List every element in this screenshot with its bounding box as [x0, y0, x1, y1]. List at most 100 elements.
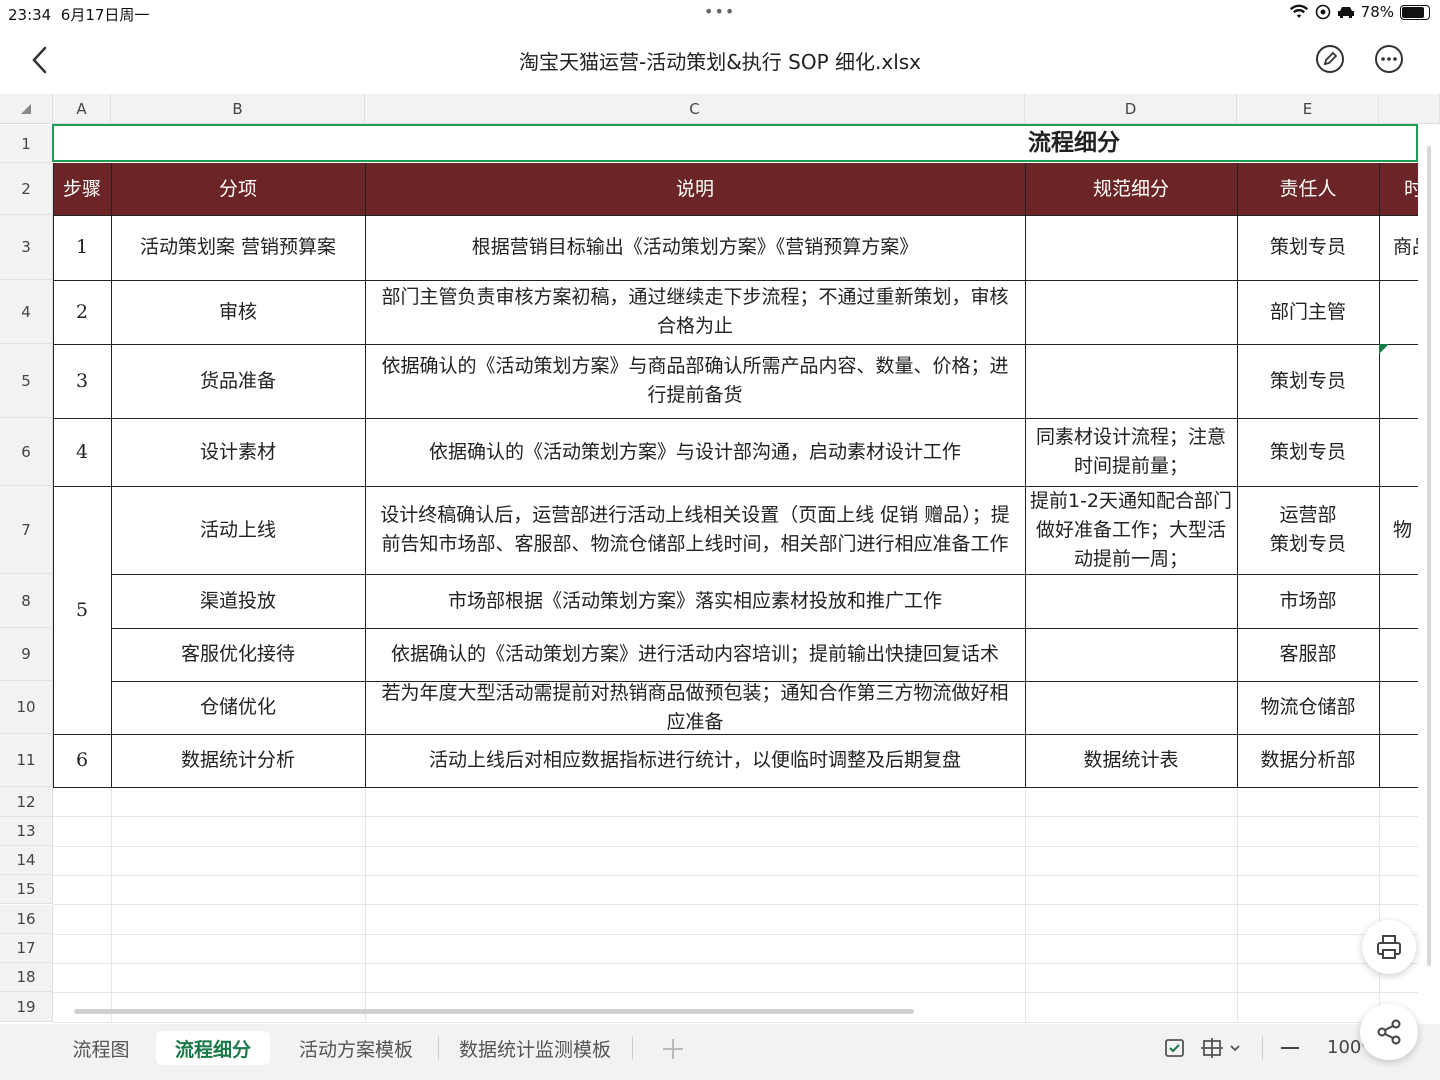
row-header[interactable]: 15 [0, 875, 53, 904]
header-cell-step[interactable]: 步骤 [53, 163, 111, 215]
description-cell[interactable]: 活动上线后对相应数据指标进行统计，以便临时调整及后期复盘 [365, 734, 1025, 787]
tab-data-monitor-template[interactable]: 数据统计监测模板 [450, 1031, 620, 1065]
description-cell[interactable]: 依据确认的《活动策划方案》进行活动内容培训；提前输出快捷回复话术 [365, 628, 1025, 681]
item-cell[interactable]: 设计素材 [111, 418, 365, 486]
overflow-cell[interactable] [1379, 628, 1418, 681]
overflow-cell[interactable] [1379, 681, 1418, 734]
step-cell[interactable]: 5 [53, 486, 111, 734]
overflow-cell[interactable] [1379, 344, 1418, 418]
more-icon[interactable] [1374, 44, 1404, 74]
share-button[interactable] [1360, 1004, 1418, 1060]
select-all-corner[interactable] [0, 94, 53, 124]
step-cell[interactable]: 4 [53, 418, 111, 486]
owner-cell[interactable]: 策划专员 [1237, 418, 1379, 486]
owner-cell[interactable]: 部门主管 [1237, 280, 1379, 344]
spec-cell[interactable]: 提前1-2天通知配合部门做好准备工作；大型活动提前一周； [1025, 486, 1237, 574]
item-cell[interactable]: 货品准备 [111, 344, 365, 418]
row-header[interactable]: 17 [0, 934, 53, 963]
header-cell-item[interactable]: 分项 [111, 163, 365, 215]
spec-cell[interactable] [1025, 280, 1237, 344]
spec-cell[interactable] [1025, 344, 1237, 418]
description-cell[interactable]: 部门主管负责审核方案初稿，通过继续走下步流程；不通过重新策划，审核合格为止 [365, 280, 1025, 344]
row-header[interactable]: 3 [0, 215, 53, 280]
header-cell-owner[interactable]: 责任人 [1237, 163, 1379, 215]
row-header[interactable]: 16 [0, 905, 53, 934]
multitask-dots[interactable]: ••• [704, 2, 735, 21]
spec-cell[interactable] [1025, 215, 1237, 280]
vertical-scrollbar[interactable] [1425, 130, 1433, 990]
item-cell[interactable]: 活动策划案 营销预算案 [111, 215, 365, 280]
spec-cell[interactable]: 数据统计表 [1025, 734, 1237, 787]
zoom-level[interactable]: 100% [1327, 1034, 1365, 1062]
tab-flowchart[interactable]: 流程图 [60, 1031, 142, 1065]
description-cell[interactable]: 市场部根据《活动策划方案》落实相应素材投放和推广工作 [365, 574, 1025, 628]
item-cell[interactable]: 活动上线 [111, 486, 365, 574]
row-header[interactable]: 19 [0, 992, 53, 1022]
row-header[interactable]: 18 [0, 963, 53, 992]
spec-cell[interactable] [1025, 628, 1237, 681]
spec-cell[interactable]: 同素材设计流程；注意时间提前量； [1025, 418, 1237, 486]
row-header[interactable]: 10 [0, 681, 53, 734]
description-cell[interactable]: 依据确认的《活动策划方案》与设计部沟通，启动素材设计工作 [365, 418, 1025, 486]
item-cell[interactable]: 渠道投放 [111, 574, 365, 628]
row-header[interactable]: 7 [0, 486, 53, 574]
sheet-settings-icon[interactable] [1163, 1036, 1187, 1060]
owner-cell[interactable]: 客服部 [1237, 628, 1379, 681]
step-cell[interactable]: 1 [53, 215, 111, 280]
column-header[interactable]: B [111, 94, 365, 124]
row-header[interactable]: 12 [0, 787, 53, 817]
description-cell[interactable]: 依据确认的《活动策划方案》与商品部确认所需产品内容、数量、价格；进行提前备货 [365, 344, 1025, 418]
owner-cell[interactable]: 策划专员 [1237, 344, 1379, 418]
owner-cell[interactable]: 物流仓储部 [1237, 681, 1379, 734]
step-cell[interactable]: 6 [53, 734, 111, 787]
item-cell[interactable]: 客服优化接待 [111, 628, 365, 681]
row-header[interactable]: 8 [0, 574, 53, 628]
horizontal-scrollbar[interactable] [60, 1006, 920, 1016]
column-header[interactable]: E [1237, 94, 1379, 124]
row-header[interactable]: 6 [0, 418, 53, 486]
item-cell[interactable]: 审核 [111, 280, 365, 344]
header-cell-spec[interactable]: 规范细分 [1025, 163, 1237, 215]
item-cell[interactable]: 仓储优化 [111, 681, 365, 734]
overflow-cell[interactable] [1379, 734, 1418, 787]
row-header[interactable]: 9 [0, 628, 53, 681]
owner-cell[interactable]: 市场部 [1237, 574, 1379, 628]
owner-cell[interactable]: 数据分析部 [1237, 734, 1379, 787]
row-header[interactable]: 14 [0, 846, 53, 875]
step-cell[interactable]: 3 [53, 344, 111, 418]
header-cell-overflow[interactable]: 时 [1379, 163, 1418, 215]
tab-process-detail[interactable]: 流程细分 [156, 1031, 270, 1065]
description-cell[interactable]: 设计终稿确认后，运营部进行活动上线相关设置（页面上线 促销 赠品）；提前告知市场… [365, 486, 1025, 574]
row-header[interactable]: 4 [0, 280, 53, 344]
spec-cell[interactable] [1025, 574, 1237, 628]
print-button[interactable] [1362, 920, 1416, 974]
edit-icon[interactable] [1315, 44, 1345, 74]
overflow-cell[interactable] [1379, 418, 1418, 486]
row-header[interactable]: 11 [0, 734, 53, 787]
header-cell-description[interactable]: 说明 [365, 163, 1025, 215]
spreadsheet-grid[interactable]: A B C D E 1 2 3 4 5 6 7 8 9 10 11 12 13 14 15 16 17 18 19 … [0, 94, 1440, 1024]
column-header[interactable] [1379, 94, 1440, 124]
item-cell[interactable]: 数据统计分析 [111, 734, 365, 787]
column-header[interactable]: A [53, 94, 111, 124]
add-sheet-icon[interactable] [660, 1036, 686, 1062]
column-header[interactable]: C [365, 94, 1025, 124]
overflow-cell[interactable] [1379, 574, 1418, 628]
step-cell[interactable]: 2 [53, 280, 111, 344]
row-header[interactable]: 2 [0, 163, 53, 215]
overflow-cell[interactable]: 物 [1379, 486, 1418, 574]
row-header[interactable]: 1 [0, 125, 53, 163]
row-header[interactable]: 13 [0, 817, 53, 846]
description-cell[interactable]: 若为年度大型活动需提前对热销商品做预包装；通知合作第三方物流做好相应准备 [365, 681, 1025, 734]
spec-cell[interactable] [1025, 681, 1237, 734]
tab-activity-template[interactable]: 活动方案模板 [285, 1031, 427, 1065]
overflow-cell[interactable]: 商品 [1379, 215, 1418, 280]
column-header[interactable]: D [1025, 94, 1237, 124]
owner-cell[interactable]: 运营部 策划专员 [1237, 486, 1379, 574]
freeze-icon[interactable] [1200, 1036, 1246, 1060]
row-header[interactable]: 5 [0, 344, 53, 418]
owner-cell[interactable]: 策划专员 [1237, 215, 1379, 280]
overflow-cell[interactable] [1379, 280, 1418, 344]
zoom-out-icon[interactable] [1278, 1036, 1302, 1060]
description-cell[interactable]: 根据营销目标输出《活动策划方案》《营销预算方案》 [365, 215, 1025, 280]
